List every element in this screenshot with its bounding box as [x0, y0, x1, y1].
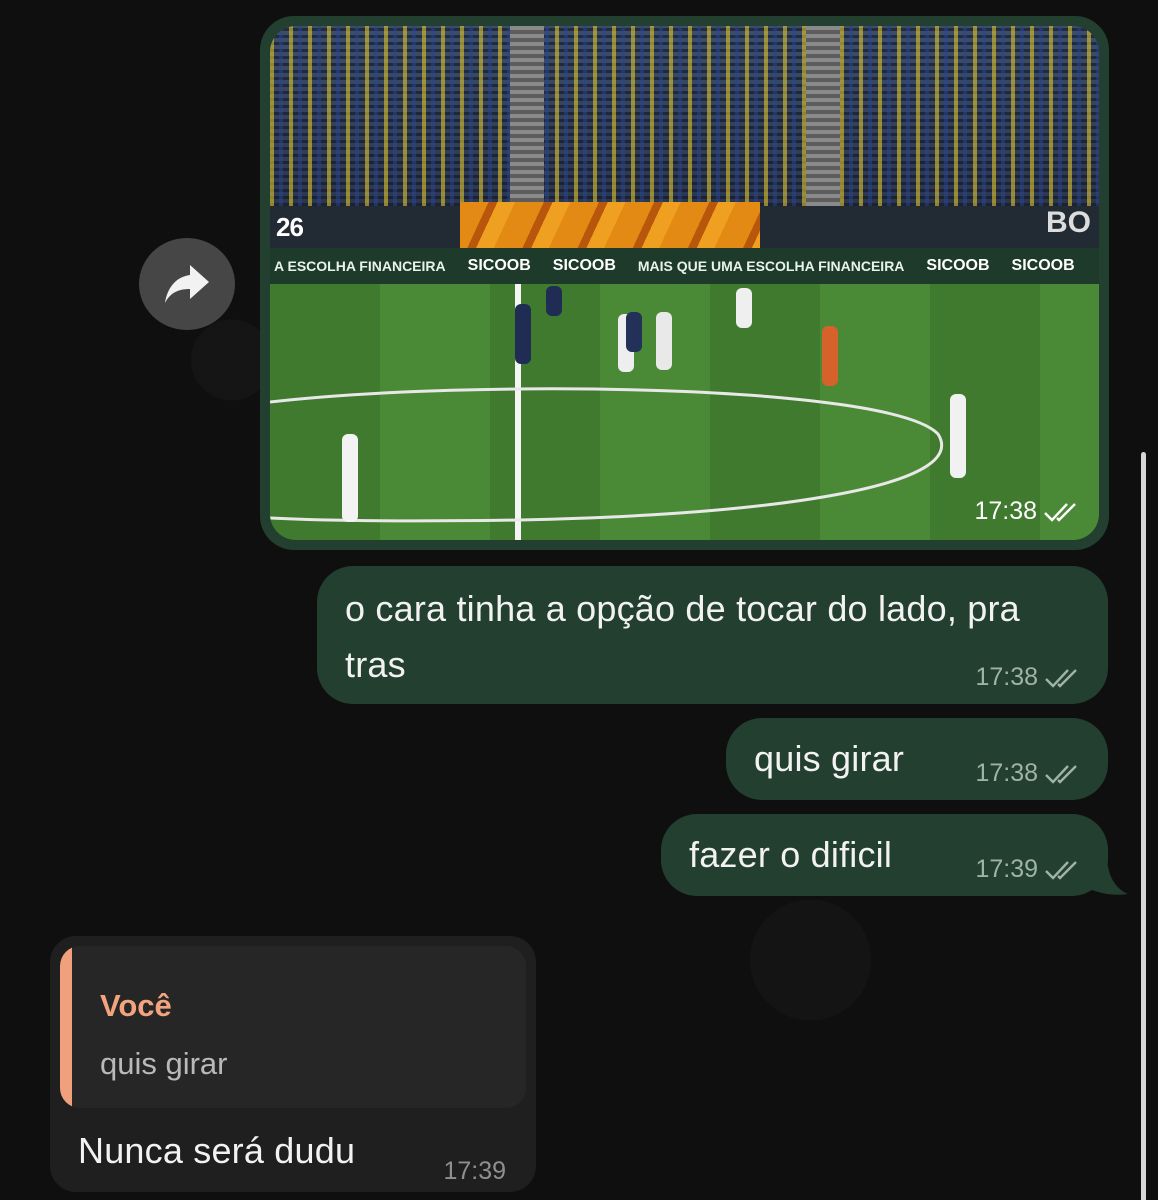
video-overlay-text: BO	[1046, 206, 1091, 239]
board-text: SICOOB	[1011, 257, 1075, 274]
message-meta: 17:39	[443, 1157, 506, 1186]
message-text: quis girar	[754, 738, 905, 779]
scrollbar[interactable]	[1141, 452, 1146, 1200]
player	[515, 304, 531, 364]
double-check-icon	[1045, 764, 1077, 784]
message-text: Nunca será dudu	[78, 1130, 356, 1171]
reply-text: quis girar	[100, 1046, 228, 1081]
message-bubble-outgoing[interactable]: o cara tinha a opção de tocar do lado, p…	[317, 566, 1108, 704]
message-text: fazer o dificil	[689, 834, 893, 875]
message-time: 17:39	[975, 855, 1038, 883]
chat-area: 26 BO A ESCOLHA FINANCEIRA SICOOB SICOOB…	[0, 0, 1158, 1200]
board-text: SICOOB	[926, 257, 990, 274]
stadium-stairs	[806, 26, 840, 206]
message-time: 17:39	[443, 1157, 506, 1185]
video-message-bubble[interactable]: 26 BO A ESCOLHA FINANCEIRA SICOOB SICOOB…	[260, 16, 1109, 550]
message-time: 17:38	[975, 759, 1038, 787]
player	[656, 312, 672, 370]
reply-author: Você	[100, 988, 172, 1023]
board-text: SICOOB	[552, 257, 616, 274]
board-text: MAIS QUE UMA ESCOLHA FINANCEIRA	[637, 258, 905, 274]
reply-quote[interactable]: Você quis girar	[60, 946, 526, 1108]
message-meta: 17:39	[975, 855, 1080, 884]
message-text: o cara tinha a opção de tocar do lado, p…	[345, 588, 1020, 685]
video-overlay-text: 26	[276, 212, 304, 242]
player	[342, 434, 358, 522]
stadium-crowd	[270, 26, 1099, 206]
message-bubble-outgoing[interactable]: quis girar 17:38	[726, 718, 1108, 800]
message-time: 17:38	[974, 497, 1037, 525]
message-bubble-outgoing[interactable]: fazer o dificil 17:39	[661, 814, 1108, 896]
message-meta: 17:38	[975, 663, 1080, 692]
double-check-icon	[1045, 860, 1077, 880]
message-time: 17:38	[975, 663, 1038, 691]
player	[546, 286, 562, 316]
player	[736, 288, 752, 328]
message-meta: 17:38	[974, 497, 1079, 526]
forward-arrow-icon	[165, 265, 209, 303]
advertising-board: A ESCOLHA FINANCEIRA SICOOB SICOOB MAIS …	[270, 248, 1099, 284]
stadium-stairs	[510, 26, 544, 206]
board-text: A ESCOLHA FINANCEIRA	[274, 258, 446, 274]
forward-button[interactable]	[139, 238, 235, 330]
message-bubble-incoming[interactable]: Você quis girar Nunca será dudu 17:39	[50, 936, 536, 1192]
reply-accent-bar	[60, 946, 72, 1108]
player	[950, 394, 966, 478]
player	[626, 312, 642, 352]
double-check-icon	[1045, 668, 1077, 688]
message-meta: 17:38	[975, 759, 1080, 788]
orange-banner	[460, 202, 760, 248]
video-thumbnail[interactable]: 26 BO A ESCOLHA FINANCEIRA SICOOB SICOOB…	[270, 26, 1099, 540]
referee	[822, 326, 838, 386]
board-text: SICOOB	[467, 257, 531, 274]
double-check-icon	[1044, 502, 1076, 522]
